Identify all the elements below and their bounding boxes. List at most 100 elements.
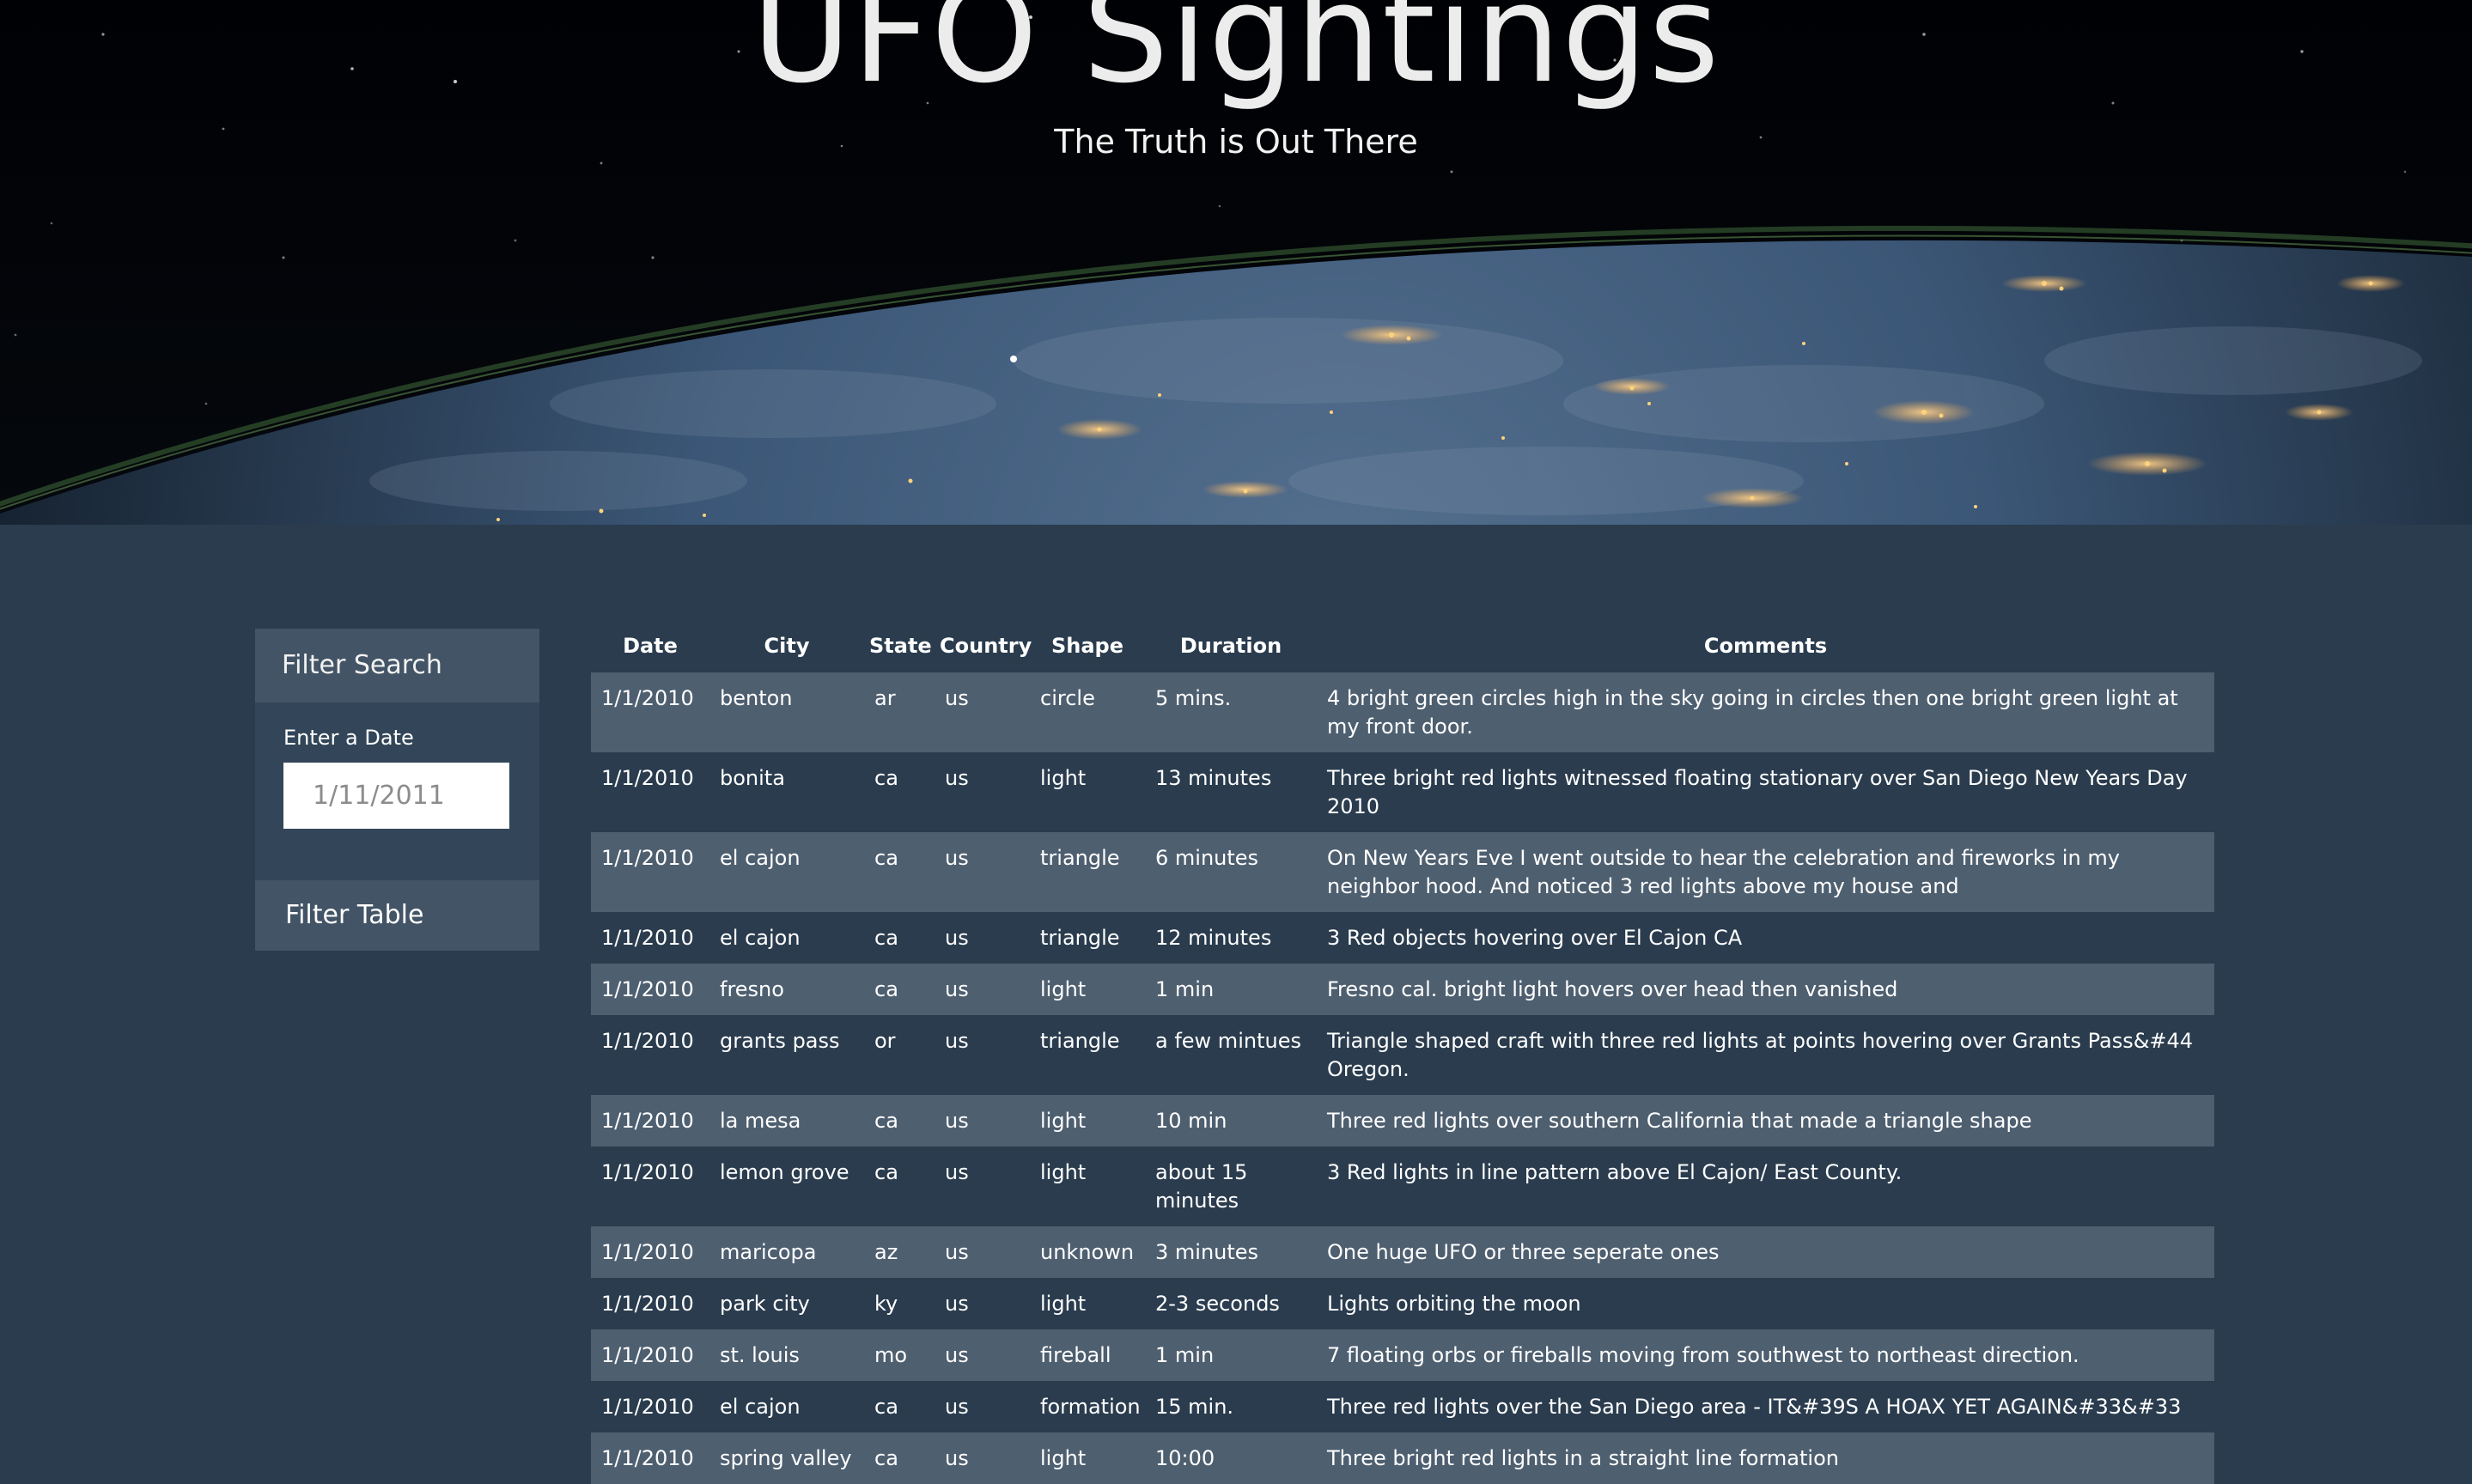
cell-city: el cajon [709, 912, 864, 964]
cell-comments: One huge UFO or three seperate ones [1317, 1226, 2214, 1278]
date-label: Enter a Date [283, 726, 414, 750]
cell-state: or [864, 1015, 935, 1095]
cell-country: us [935, 1278, 1030, 1329]
cell-city: el cajon [709, 832, 864, 912]
cell-city: lemon grove [709, 1146, 864, 1226]
cell-state: ca [864, 752, 935, 832]
table-row: 1/1/2010 lemon grove ca us light about 1… [591, 1146, 2214, 1226]
filter-footer: Filter Table [255, 880, 539, 951]
table-row: 1/1/2010 st. louis mo us fireball 1 min … [591, 1329, 2214, 1381]
cell-country: us [935, 964, 1030, 1015]
cell-date: 1/1/2010 [591, 832, 709, 912]
cell-city: st. louis [709, 1329, 864, 1381]
cell-shape: light [1030, 1146, 1145, 1226]
cell-country: us [935, 1226, 1030, 1278]
cell-date: 1/1/2010 [591, 752, 709, 832]
date-input[interactable] [283, 763, 509, 829]
cell-state: az [864, 1226, 935, 1278]
cell-duration: 10:00 [1145, 1432, 1317, 1484]
cell-state: ca [864, 1432, 935, 1484]
cell-comments: Three bright red lights witnessed floati… [1317, 752, 2214, 832]
cell-city: bonita [709, 752, 864, 832]
cell-country: us [935, 1146, 1030, 1226]
column-header-shape[interactable]: Shape [1030, 619, 1145, 672]
cell-country: us [935, 1432, 1030, 1484]
cell-comments: Fresno cal. bright light hovers over hea… [1317, 964, 2214, 1015]
cell-country: us [935, 752, 1030, 832]
cell-shape: circle [1030, 672, 1145, 752]
column-header-date[interactable]: Date [591, 619, 709, 672]
table-row: 1/1/2010 el cajon ca us triangle 12 minu… [591, 912, 2214, 964]
cell-duration: 1 min [1145, 1329, 1317, 1381]
cell-city: spring valley [709, 1432, 864, 1484]
cell-date: 1/1/2010 [591, 1432, 709, 1484]
cell-city: maricopa [709, 1226, 864, 1278]
cell-date: 1/1/2010 [591, 1146, 709, 1226]
sightings-table-wrapper: Date City State Country Shape Duration C… [591, 619, 2214, 1484]
cell-city: benton [709, 672, 864, 752]
cell-date: 1/1/2010 [591, 672, 709, 752]
table-row: 1/1/2010 el cajon ca us formation 15 min… [591, 1381, 2214, 1432]
cell-date: 1/1/2010 [591, 1015, 709, 1095]
column-header-state[interactable]: State [864, 619, 935, 672]
cell-duration: 6 minutes [1145, 832, 1317, 912]
cell-duration: 13 minutes [1145, 752, 1317, 832]
table-body: 1/1/2010 benton ar us circle 5 mins. 4 b… [591, 672, 2214, 1484]
cell-shape: formation [1030, 1381, 1145, 1432]
cell-city: el cajon [709, 1381, 864, 1432]
cell-shape: light [1030, 1278, 1145, 1329]
cell-duration: 2-3 seconds [1145, 1278, 1317, 1329]
table-header-row: Date City State Country Shape Duration C… [591, 619, 2214, 672]
cell-comments: Triangle shaped craft with three red lig… [1317, 1015, 2214, 1095]
cell-duration: 5 mins. [1145, 672, 1317, 752]
cell-country: us [935, 1381, 1030, 1432]
cell-comments: 3 Red objects hovering over El Cajon CA [1317, 912, 2214, 964]
cell-duration: 1 min [1145, 964, 1317, 1015]
sightings-table: Date City State Country Shape Duration C… [591, 619, 2214, 1484]
table-row: 1/1/2010 benton ar us circle 5 mins. 4 b… [591, 672, 2214, 752]
cell-date: 1/1/2010 [591, 1226, 709, 1278]
page-title: UFO Sightings [752, 0, 1720, 113]
cell-shape: light [1030, 964, 1145, 1015]
table-row: 1/1/2010 grants pass or us triangle a fe… [591, 1015, 2214, 1095]
cell-state: ca [864, 1381, 935, 1432]
table-row: 1/1/2010 el cajon ca us triangle 6 minut… [591, 832, 2214, 912]
cell-shape: triangle [1030, 832, 1145, 912]
cell-city: park city [709, 1278, 864, 1329]
column-header-country[interactable]: Country [935, 619, 1032, 672]
hero-banner: UFO Sightings The Truth is Out There [0, 0, 2472, 525]
cell-shape: light [1030, 752, 1145, 832]
cell-duration: a few mintues [1145, 1015, 1317, 1095]
column-header-comments[interactable]: Comments [1317, 619, 2214, 672]
cell-comments: Three red lights over southern Californi… [1317, 1095, 2214, 1146]
cell-date: 1/1/2010 [591, 1278, 709, 1329]
cell-date: 1/1/2010 [591, 1381, 709, 1432]
column-header-city[interactable]: City [709, 619, 864, 672]
cell-state: mo [864, 1329, 935, 1381]
cell-duration: 3 minutes [1145, 1226, 1317, 1278]
cell-duration: about 15 minutes [1145, 1146, 1317, 1226]
table-row: 1/1/2010 park city ky us light 2-3 secon… [591, 1278, 2214, 1329]
cell-duration: 15 min. [1145, 1381, 1317, 1432]
cell-duration: 12 minutes [1145, 912, 1317, 964]
cell-country: us [935, 1095, 1030, 1146]
cell-country: us [935, 912, 1030, 964]
cell-comments: Three bright red lights in a straight li… [1317, 1432, 2214, 1484]
column-header-duration[interactable]: Duration [1145, 619, 1317, 672]
cell-comments: Three red lights over the San Diego area… [1317, 1381, 2214, 1432]
cell-comments: 7 floating orbs or fireballs moving from… [1317, 1329, 2214, 1381]
cell-date: 1/1/2010 [591, 1329, 709, 1381]
cell-city: la mesa [709, 1095, 864, 1146]
cell-state: ca [864, 1146, 935, 1226]
filter-table-button[interactable]: Filter Table [285, 880, 423, 951]
cell-date: 1/1/2010 [591, 1095, 709, 1146]
cell-comments: On New Years Eve I went outside to hear … [1317, 832, 2214, 912]
cell-country: us [935, 1329, 1030, 1381]
cell-date: 1/1/2010 [591, 912, 709, 964]
table-row: 1/1/2010 la mesa ca us light 10 min Thre… [591, 1095, 2214, 1146]
main-content: Filter Search Enter a Date Filter Table … [0, 525, 2472, 1484]
page-subtitle: The Truth is Out There [1054, 123, 1418, 161]
cell-shape: fireball [1030, 1329, 1145, 1381]
cell-state: ca [864, 964, 935, 1015]
cell-state: ar [864, 672, 935, 752]
